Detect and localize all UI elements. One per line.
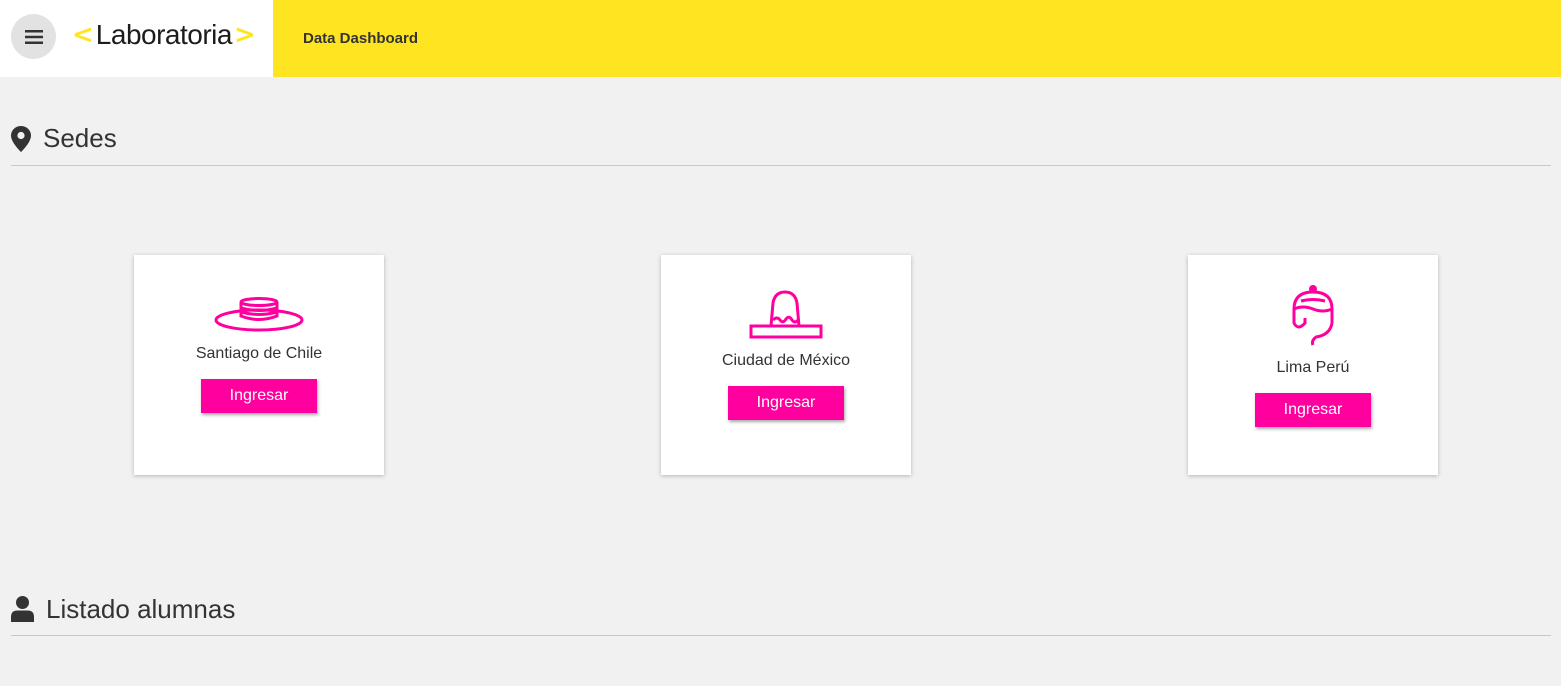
hamburger-icon <box>24 29 43 44</box>
app-title: Data Dashboard <box>303 30 419 47</box>
sede-card-lima: Lima Perú Ingresar <box>1188 255 1438 475</box>
menu-button[interactable] <box>11 14 56 59</box>
alumnas-section-header: Listado alumnas <box>11 583 1551 636</box>
ingresar-button-santiago[interactable]: Ingresar <box>201 379 317 413</box>
chullo-hat-icon <box>1289 285 1337 347</box>
sombrero-icon <box>748 290 824 340</box>
top-bar: < Laboratoria > Data Dashboard <box>0 0 1561 77</box>
brand-area: < Laboratoria > <box>0 0 273 77</box>
user-icon <box>11 596 34 622</box>
logo-chevron-right: > <box>233 20 256 50</box>
ingresar-button-mexico[interactable]: Ingresar <box>728 386 844 420</box>
chilean-hat-icon <box>213 297 305 333</box>
sede-city-name: Santiago de Chile <box>195 345 323 362</box>
map-marker-icon <box>11 125 31 152</box>
sede-city-name: Lima Perú <box>1276 359 1350 376</box>
ingresar-button-lima[interactable]: Ingresar <box>1255 393 1371 427</box>
title-bar: Data Dashboard <box>273 0 1561 77</box>
sede-card-santiago: Santiago de Chile Ingresar <box>134 255 384 475</box>
laboratoria-logo[interactable]: < Laboratoria > <box>72 18 256 52</box>
logo-text: Laboratoria <box>95 19 233 50</box>
logo-chevron-left: < <box>72 20 94 50</box>
sedes-section-header: Sedes <box>11 112 1551 166</box>
sede-card-mexico: Ciudad de México Ingresar <box>661 255 911 475</box>
sede-city-name: Ciudad de México <box>721 352 851 369</box>
alumnas-title: Listado alumnas <box>46 593 236 624</box>
sedes-title: Sedes <box>43 123 117 153</box>
